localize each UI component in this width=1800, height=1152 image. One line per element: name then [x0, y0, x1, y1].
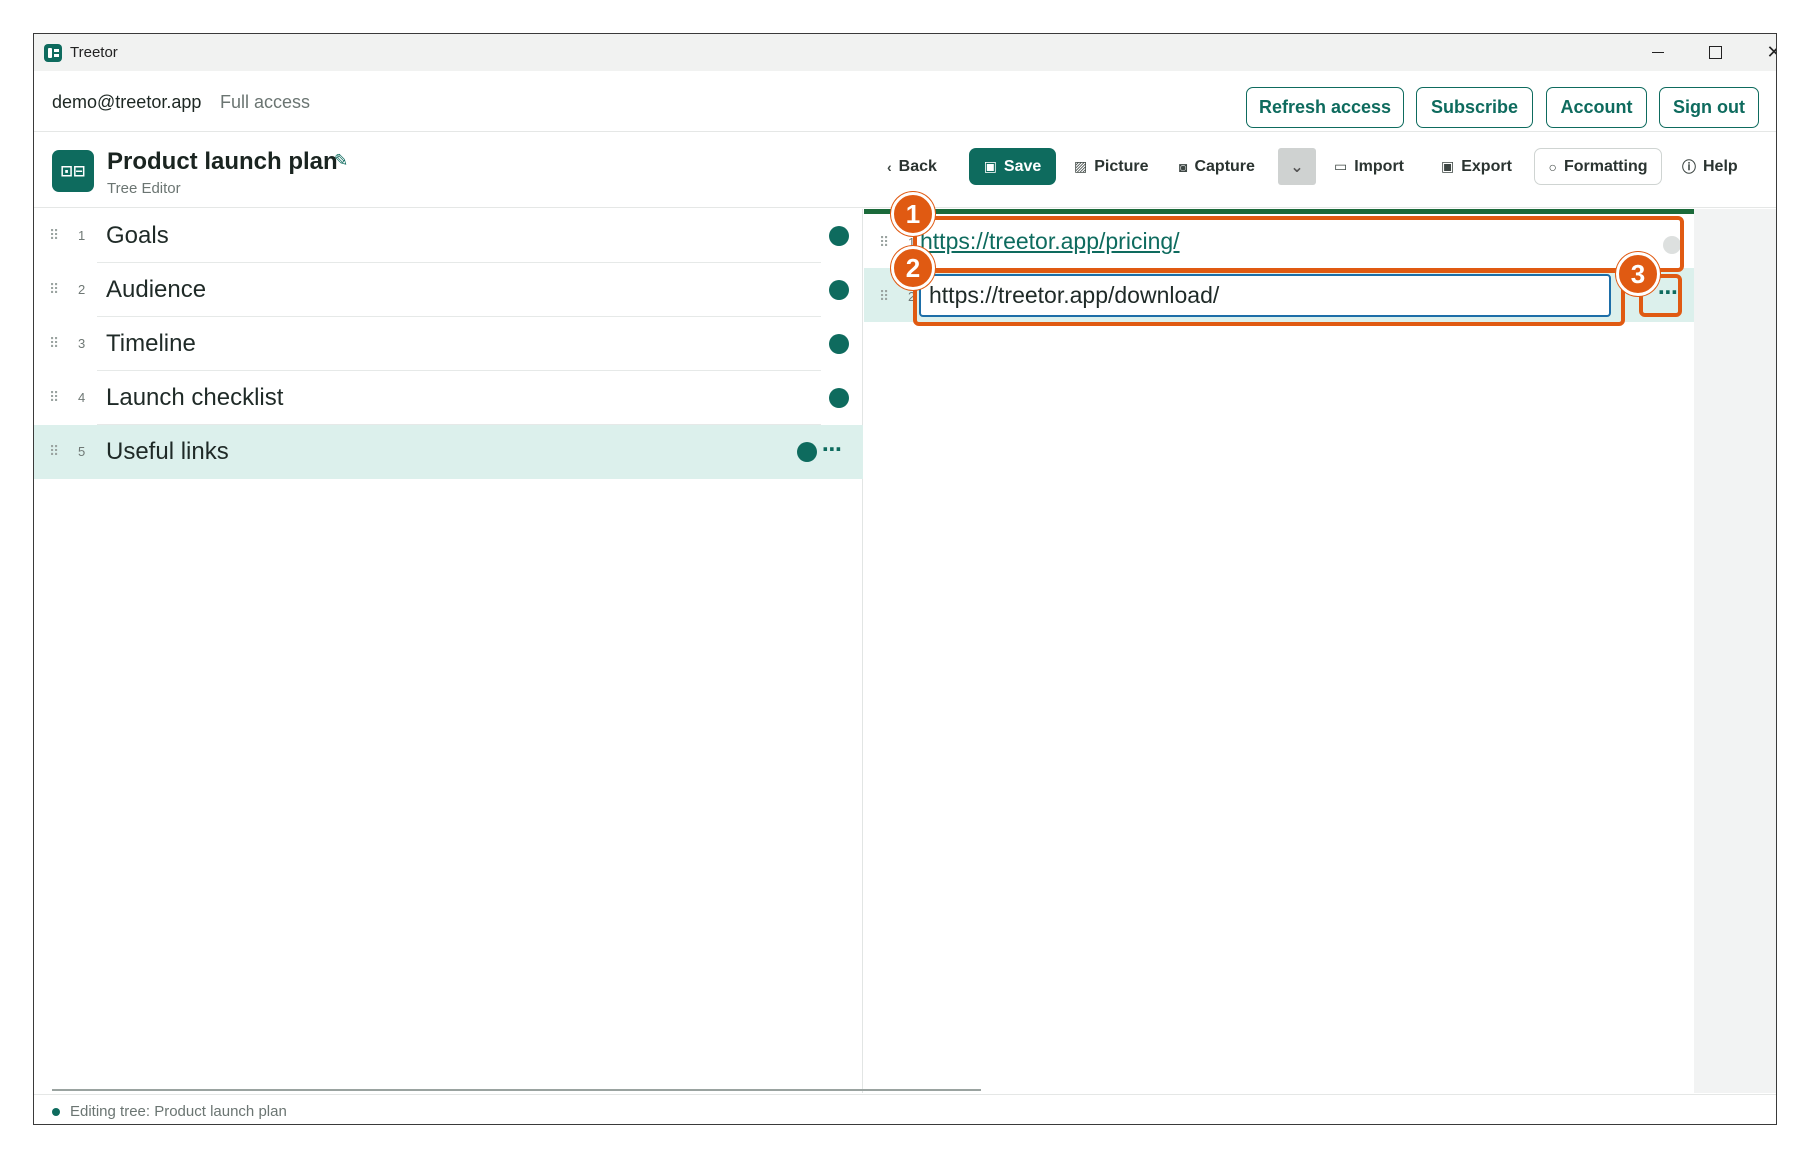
tree-item-label: Goals — [106, 222, 169, 249]
drag-handle-icon[interactable]: ⠿ — [49, 335, 59, 352]
more-options-icon[interactable]: ⋯ — [822, 437, 843, 462]
account-bar: demo@treetor.app Full access Refresh acc… — [34, 71, 1776, 132]
tree-item-number: 5 — [78, 444, 86, 459]
subscribe-button[interactable]: Subscribe — [1416, 87, 1533, 128]
link-row-editing[interactable]: ⠿ 2 ⋯ — [864, 268, 1694, 322]
status-dot-icon — [829, 388, 849, 408]
import-label: Import — [1354, 157, 1405, 175]
status-text: Editing tree: Product launch plan — [70, 1103, 287, 1120]
export-icon: ▣ — [1441, 158, 1455, 174]
capture-dropdown-button[interactable]: ⌄ — [1278, 148, 1316, 185]
folder-icon: ▭ — [1334, 158, 1348, 174]
export-button[interactable]: ▣ Export — [1441, 148, 1512, 185]
close-icon[interactable]: ✕ — [1746, 34, 1776, 71]
tree-editor-logo-icon: ⊡⊟ — [52, 150, 94, 192]
pricing-link[interactable]: https://treetor.app/pricing/ — [920, 228, 1180, 255]
tree-item-number: 4 — [78, 390, 86, 405]
capture-button[interactable]: ◙ Capture — [1179, 148, 1255, 185]
app-icon — [44, 44, 62, 62]
tree-item-label: Timeline — [106, 330, 196, 357]
save-icon: ▣ — [983, 158, 997, 174]
export-label: Export — [1461, 157, 1512, 175]
back-button[interactable]: ‹ Back — [887, 148, 937, 185]
help-label: Help — [1703, 157, 1738, 175]
sign-out-button[interactable]: Sign out — [1659, 87, 1759, 128]
formatting-icon: ○ — [1548, 158, 1557, 175]
callout-badge-2: 2 — [891, 246, 935, 290]
image-icon: ▨ — [1074, 158, 1088, 174]
status-dot-icon — [829, 280, 849, 300]
tree-item[interactable]: ⠿ 4 Launch checklist — [34, 371, 863, 425]
tree-item-label: Launch checklist — [106, 384, 284, 411]
tree-pane: ⠿ 1 Goals ⠿ 2 Audience ⠿ 3 Timeline ⠿ 4 … — [34, 209, 863, 1093]
tree-item-selected[interactable]: ⠿ 5 Useful links ⋯ — [34, 425, 863, 479]
status-indicator-icon — [52, 1108, 60, 1116]
window-title: Treetor — [70, 44, 118, 61]
tree-item-number: 2 — [78, 282, 86, 297]
horizontal-scrollbar[interactable] — [52, 1089, 981, 1091]
tree-item-label: Audience — [106, 276, 207, 303]
scrollbar-track[interactable] — [1694, 209, 1776, 1093]
maximize-icon[interactable] — [1687, 34, 1743, 71]
camera-icon: ◙ — [1179, 158, 1188, 175]
tree-item-number: 3 — [78, 336, 86, 351]
status-dot-icon — [829, 226, 849, 246]
picture-button[interactable]: ▨ Picture — [1074, 148, 1148, 185]
tree-item[interactable]: ⠿ 3 Timeline — [34, 317, 863, 371]
import-button[interactable]: ▭ Import — [1334, 148, 1404, 185]
capture-label: Capture — [1194, 157, 1255, 175]
account-button[interactable]: Account — [1546, 87, 1647, 128]
status-dot-icon — [797, 442, 817, 462]
minimize-icon[interactable] — [1630, 34, 1686, 71]
link-row-number: 2 — [908, 289, 916, 304]
links-pane: ⠿ 1 https://treetor.app/pricing/ ⠿ 2 ⋯ 1… — [864, 192, 1776, 1093]
back-label: Back — [898, 157, 937, 175]
document-subtitle: Tree Editor — [107, 180, 181, 197]
chevron-left-icon: ‹ — [887, 158, 892, 175]
formatting-button[interactable]: ○ Formatting — [1534, 148, 1662, 185]
status-dot-icon — [829, 334, 849, 354]
title-bar: Treetor ✕ — [34, 34, 1776, 71]
drag-handle-icon[interactable]: ⠿ — [49, 389, 59, 406]
access-level: Full access — [220, 92, 311, 112]
drag-handle-icon[interactable]: ⠿ — [879, 288, 889, 305]
drag-handle-icon[interactable]: ⠿ — [49, 443, 59, 460]
more-options-icon[interactable]: ⋯ — [1658, 280, 1678, 305]
tree-item-number: 1 — [78, 228, 86, 243]
account-email: demo@treetor.app — [52, 92, 202, 112]
drag-handle-icon[interactable]: ⠿ — [879, 234, 889, 251]
drag-handle-icon[interactable]: ⠿ — [49, 227, 59, 244]
formatting-label: Formatting — [1563, 157, 1648, 175]
tree-item[interactable]: ⠿ 2 Audience — [34, 263, 863, 317]
document-title: Product launch plan — [107, 148, 338, 175]
status-bar: Editing tree: Product launch plan — [34, 1094, 1776, 1124]
refresh-access-button[interactable]: Refresh access — [1246, 87, 1404, 128]
tree-item-label: Useful links — [106, 438, 229, 465]
picture-label: Picture — [1094, 157, 1149, 175]
help-button[interactable]: ⓘ Help — [1682, 148, 1738, 185]
callout-badge-1: 1 — [891, 192, 935, 236]
chevron-down-icon: ⌄ — [1290, 158, 1304, 176]
app-window: Treetor ✕ demo@treetor.app Full access R… — [33, 33, 1777, 1125]
drag-handle-icon[interactable]: ⠿ — [49, 281, 59, 298]
callout-badge-3: 3 — [1616, 252, 1660, 296]
link-row[interactable]: ⠿ 1 https://treetor.app/pricing/ — [864, 214, 1694, 268]
save-button[interactable]: ▣ Save — [969, 148, 1056, 185]
link-url-input[interactable] — [919, 274, 1611, 317]
status-dot-icon — [1663, 236, 1681, 254]
tree-item[interactable]: ⠿ 1 Goals — [34, 209, 863, 263]
pencil-icon[interactable]: ✎ — [334, 151, 348, 171]
help-icon: ⓘ — [1682, 158, 1696, 175]
save-label: Save — [1003, 157, 1042, 175]
